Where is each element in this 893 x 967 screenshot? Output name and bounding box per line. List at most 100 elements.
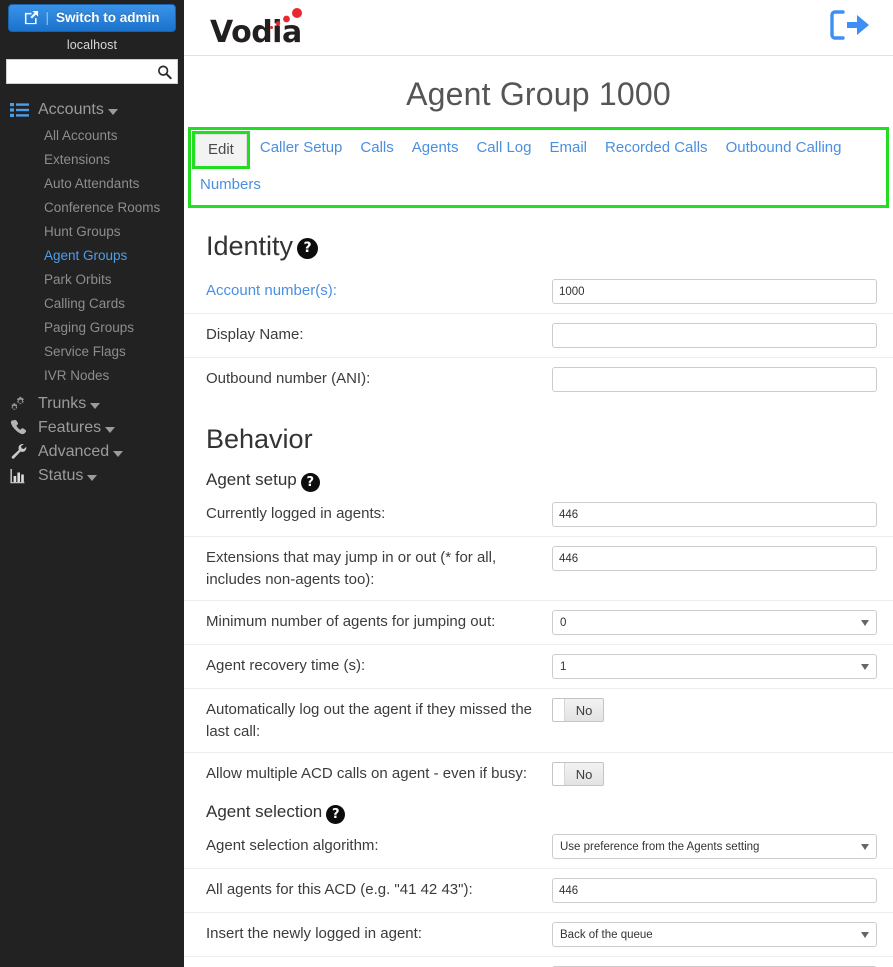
tabs-highlight-outline: Edit Caller Setup Calls Agents Call Log … bbox=[188, 127, 889, 208]
sidebar-group-status[interactable]: Status bbox=[0, 464, 184, 488]
tab-email[interactable]: Email bbox=[541, 132, 597, 164]
tab-recorded-calls[interactable]: Recorded Calls bbox=[596, 132, 717, 164]
help-icon-identity[interactable]: ? bbox=[297, 237, 319, 259]
sign-out-icon[interactable] bbox=[827, 9, 869, 46]
chevron-down-icon bbox=[90, 403, 101, 409]
tab-calls[interactable]: Calls bbox=[351, 132, 402, 164]
tab-bar: Edit Caller Setup Calls Agents Call Log … bbox=[191, 130, 886, 205]
search-box[interactable] bbox=[6, 59, 178, 84]
sidebar-group-label: Advanced bbox=[38, 443, 110, 460]
field-outbound-ani bbox=[552, 367, 877, 392]
help-icon-agent-selection[interactable]: ? bbox=[326, 804, 346, 824]
input-all-agents-for-acd[interactable] bbox=[552, 878, 877, 903]
sidebar-nav: Accounts All Accounts Extensions Auto At… bbox=[0, 98, 184, 488]
sidebar-group-label: Status bbox=[38, 467, 84, 484]
hostname-label: localhost bbox=[66, 38, 118, 52]
toggle-allow-multiple-acd-calls[interactable]: No bbox=[552, 762, 604, 786]
sidebar-item-paging-groups[interactable]: Paging Groups bbox=[0, 316, 184, 340]
field-display-name bbox=[552, 323, 877, 348]
tab-call-log[interactable]: Call Log bbox=[467, 132, 540, 164]
sidebar-item-calling-cards[interactable]: Calling Cards bbox=[0, 292, 184, 316]
row-display-name: Display Name: bbox=[184, 313, 893, 357]
input-extensions-jump-in-out[interactable] bbox=[552, 546, 877, 571]
sidebar-item-auto-attendants[interactable]: Auto Attendants bbox=[0, 172, 184, 196]
row-all-agents-for-acd: All agents for this ACD (e.g. "41 42 43"… bbox=[184, 868, 893, 912]
chevron-down-icon bbox=[861, 619, 869, 626]
input-account-numbers[interactable] bbox=[552, 279, 877, 304]
sidebar-item-service-flags[interactable]: Service Flags bbox=[0, 340, 184, 364]
select-value: Back of the queue bbox=[560, 928, 653, 941]
row-extensions-jump-in-out: Extensions that may jump in or out (* fo… bbox=[184, 536, 893, 600]
help-icon-agent-setup[interactable]: ? bbox=[300, 472, 320, 492]
sidebar-group-advanced[interactable]: Advanced bbox=[0, 440, 184, 464]
chevron-down-icon bbox=[861, 931, 869, 938]
label-agent-recovery-time: Agent recovery time (s): bbox=[206, 657, 366, 674]
input-display-name[interactable] bbox=[552, 323, 877, 348]
search-input[interactable] bbox=[7, 60, 177, 83]
label-insert-newly-logged-in-agent: Insert the newly logged in agent: bbox=[206, 925, 422, 942]
subsection-agent-setup-label: Agent setup bbox=[206, 470, 297, 489]
select-insert-newly-logged-in-agent[interactable]: Back of the queue bbox=[552, 922, 877, 947]
field-minimum-agents-jumping-out: 0 bbox=[552, 610, 877, 635]
sidebar-group-features[interactable]: Features bbox=[0, 416, 184, 440]
chevron-down-icon bbox=[107, 109, 118, 115]
row-agent-selection-algorithm: Agent selection algorithm: Use preferenc… bbox=[184, 825, 893, 868]
sidebar-item-park-orbits[interactable]: Park Orbits bbox=[0, 268, 184, 292]
tab-caller-setup[interactable]: Caller Setup bbox=[251, 132, 352, 164]
label-currently-logged-in-agents: Currently logged in agents: bbox=[206, 505, 386, 522]
switch-admin-wrap: | Switch to admin bbox=[0, 0, 184, 32]
tab-edit-highlight-outline: Edit bbox=[192, 131, 250, 169]
row-ring-stage-duration: Ring stage duration (secs): 5 bbox=[184, 956, 893, 967]
select-agent-recovery-time[interactable]: 1 bbox=[552, 654, 877, 679]
sidebar-item-hunt-groups[interactable]: Hunt Groups bbox=[0, 220, 184, 244]
sidebar-item-ivr-nodes[interactable]: IVR Nodes bbox=[0, 364, 184, 388]
row-auto-logout-missed-call: Automatically log out the agent if they … bbox=[184, 688, 893, 752]
top-bar: Vodia bbox=[184, 0, 893, 56]
chevron-down-icon bbox=[87, 475, 98, 481]
row-allow-multiple-acd-calls: Allow multiple ACD calls on agent - even… bbox=[184, 752, 893, 795]
row-insert-newly-logged-in-agent: Insert the newly logged in agent: Back o… bbox=[184, 912, 893, 956]
toggle-label: No bbox=[575, 766, 593, 782]
sidebar-sub-accounts: All Accounts Extensions Auto Attendants … bbox=[0, 122, 184, 392]
toggle-label: No bbox=[575, 702, 593, 718]
sidebar-group-label: Features bbox=[38, 419, 102, 436]
input-currently-logged-in-agents[interactable] bbox=[552, 502, 877, 527]
label-auto-logout-missed-call: Automatically log out the agent if they … bbox=[206, 701, 533, 740]
vodia-logo: Vodia bbox=[210, 6, 302, 50]
tab-outbound-calling[interactable]: Outbound Calling bbox=[717, 132, 851, 164]
sidebar-group-trunks[interactable]: Trunks bbox=[0, 392, 184, 416]
sidebar-item-extensions[interactable]: Extensions bbox=[0, 148, 184, 172]
label-account-numbers[interactable]: Account number(s): bbox=[206, 279, 552, 302]
sidebar-item-all-accounts[interactable]: All Accounts bbox=[0, 124, 184, 148]
select-value: 1 bbox=[560, 660, 567, 673]
field-agent-recovery-time: 1 bbox=[552, 654, 877, 679]
field-currently-logged-in-agents bbox=[552, 502, 877, 527]
row-currently-logged-in-agents: Currently logged in agents: bbox=[184, 493, 893, 536]
sidebar-item-agent-groups[interactable]: Agent Groups bbox=[0, 244, 184, 268]
search-icon[interactable] bbox=[157, 64, 172, 79]
tab-edit[interactable]: Edit bbox=[195, 134, 247, 166]
section-identity-title: Identity ? bbox=[184, 208, 893, 270]
sidebar-group-accounts[interactable]: Accounts bbox=[0, 98, 184, 122]
select-minimum-agents-jumping-out[interactable]: 0 bbox=[552, 610, 877, 635]
tab-agents[interactable]: Agents bbox=[403, 132, 468, 164]
toggle-auto-logout-missed-call[interactable]: No bbox=[552, 698, 604, 722]
field-agent-selection-algorithm: Use preference from the Agents setting bbox=[552, 834, 877, 859]
select-value: Use preference from the Agents setting bbox=[560, 840, 760, 853]
label-display-name: Display Name: bbox=[206, 326, 304, 343]
switch-to-admin-button[interactable]: | Switch to admin bbox=[8, 4, 176, 32]
chevron-down-icon bbox=[113, 451, 124, 457]
list-icon bbox=[10, 101, 32, 119]
input-outbound-ani[interactable] bbox=[552, 367, 877, 392]
select-value: 0 bbox=[560, 616, 567, 629]
tab-numbers[interactable]: Numbers bbox=[191, 169, 270, 201]
row-outbound-ani: Outbound number (ANI): bbox=[184, 357, 893, 401]
label-outbound-ani: Outbound number (ANI): bbox=[206, 370, 371, 387]
row-minimum-agents-jumping-out: Minimum number of agents for jumping out… bbox=[184, 600, 893, 644]
toggle-knob bbox=[553, 699, 565, 721]
label-all-agents-for-acd: All agents for this ACD (e.g. "41 42 43"… bbox=[206, 881, 473, 898]
sidebar-item-conference-rooms[interactable]: Conference Rooms bbox=[0, 196, 184, 220]
select-agent-selection-algorithm[interactable]: Use preference from the Agents setting bbox=[552, 834, 877, 859]
section-behavior-label: Behavior bbox=[206, 424, 313, 454]
settings-form: Identity ? Account number(s): Display Na… bbox=[184, 208, 893, 967]
